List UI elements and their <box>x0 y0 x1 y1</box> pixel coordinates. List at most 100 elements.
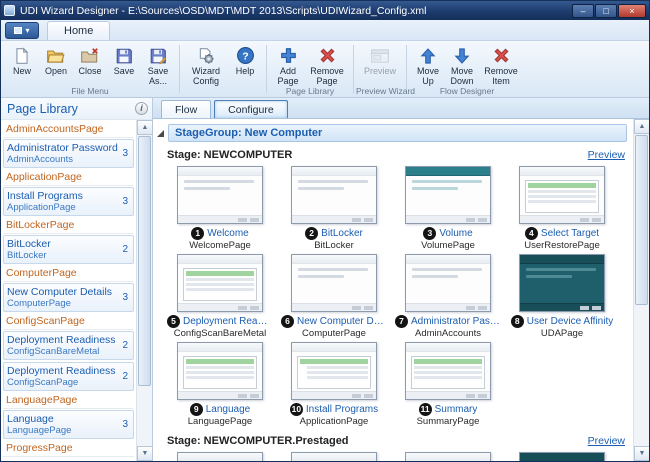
maximize-button[interactable]: □ <box>595 4 617 18</box>
tab-home[interactable]: Home <box>47 21 110 40</box>
page-library-item[interactable]: New Computer DetailsComputerPage3 <box>3 283 134 312</box>
scroll-up-icon[interactable]: ▲ <box>634 119 650 134</box>
page-group-header[interactable]: ConfigScanPage <box>3 314 134 330</box>
ribbon-group-label: File Menu <box>3 86 177 96</box>
page-type-label: ComputerPage <box>281 328 387 340</box>
save-as-button[interactable]: Save As... <box>141 43 175 87</box>
wizard-page-tile[interactable]: 5Deployment ReadinessConfigScanBareMetal <box>167 254 273 340</box>
application-menu-button[interactable]: ▾ <box>5 22 39 39</box>
collapse-triangle-icon[interactable] <box>157 130 164 137</box>
wizard-page-tile[interactable]: 7Administrator Passw...AdminAccounts <box>395 254 501 340</box>
page-group-header[interactable]: AdminAccountsPage <box>3 122 134 138</box>
scrollbar-thumb[interactable] <box>635 135 648 305</box>
page-title-link[interactable]: New Computer Details <box>297 316 387 327</box>
page-title-link[interactable]: Volume <box>439 228 472 239</box>
wizard-page-tile[interactable]: 8User Device AffinityUDAPage <box>509 254 615 340</box>
page-group-header[interactable]: LanguagePage <box>3 393 134 409</box>
page-title-link[interactable]: Administrator Passw... <box>411 316 501 327</box>
page-title-link[interactable]: Install Programs <box>306 404 378 415</box>
move-up-button[interactable]: Move Up <box>411 43 445 87</box>
page-number-badge: 3 <box>423 227 436 240</box>
designer-tabstrip: Flow Configure <box>153 98 649 119</box>
minimize-button[interactable]: – <box>572 4 594 18</box>
page-type-label: WelcomePage <box>167 240 273 252</box>
page-title-link[interactable]: Select Target <box>541 228 599 239</box>
page-library-item[interactable]: BitLockerBitLocker2 <box>3 235 134 264</box>
body-area: Page Library i AdminAccountsPageAdminist… <box>1 98 649 461</box>
scroll-up-icon[interactable]: ▲ <box>137 120 153 135</box>
page-item-title: Install Programs <box>7 190 120 202</box>
wizard-page-thumbnail <box>291 342 377 400</box>
stages-container: Stage: NEWCOMPUTERPreview 1WelcomeWelcome… <box>153 148 633 461</box>
svg-text:?: ? <box>242 51 248 63</box>
page-group-header[interactable]: ApplicationPage <box>3 170 134 186</box>
page-group-header[interactable]: ComputerPage <box>3 266 134 282</box>
sidebar-scrollbar[interactable]: ▲ ▼ <box>136 120 152 461</box>
wizard-page-tile[interactable]: 9LanguageLanguagePage <box>167 342 273 428</box>
stage-preview-link[interactable]: Preview <box>588 435 625 447</box>
wizard-page-tile[interactable] <box>167 452 273 461</box>
page-item-title: New Computer Details <box>7 286 120 298</box>
page-number-badge: 6 <box>281 315 294 328</box>
wizard-page-tile[interactable] <box>509 452 615 461</box>
remove-page-button[interactable]: Remove Page <box>305 43 349 87</box>
scroll-down-icon[interactable]: ▼ <box>137 446 153 461</box>
page-library-item[interactable]: Deployment ReadinessConfigScanBareMetal2 <box>3 331 134 360</box>
page-tile-grid <box>167 452 633 461</box>
wizard-page-tile[interactable]: 6New Computer DetailsComputerPage <box>281 254 387 340</box>
page-library-item[interactable]: Install ProgramsApplicationPage3 <box>3 187 134 216</box>
stagegroup-header[interactable]: StageGroup: New Computer <box>168 124 627 142</box>
wizard-page-tile[interactable]: 1WelcomeWelcomePage <box>167 166 273 252</box>
close-button[interactable]: × <box>618 4 646 18</box>
page-title-link[interactable]: BitLocker <box>321 228 363 239</box>
wizard-page-thumbnail <box>405 254 491 312</box>
new-button[interactable]: New <box>5 43 39 87</box>
arrow-up-icon <box>419 45 437 66</box>
wizard-page-tile[interactable]: 4Select TargetUserRestorePage <box>509 166 615 252</box>
page-title-link[interactable]: Deployment Readiness <box>183 316 273 327</box>
page-title-link[interactable]: Welcome <box>207 228 249 239</box>
wizard-page-tile[interactable]: 2BitLockerBitLocker <box>281 166 387 252</box>
page-type-label: SummaryPage <box>395 416 501 428</box>
remove-item-button[interactable]: Remove Item <box>479 43 523 87</box>
main-scrollbar[interactable]: ▲ ▼ <box>633 119 649 461</box>
page-library-item[interactable]: Deployment ReadinessConfigScanPage2 <box>3 362 134 391</box>
wizard-page-tile[interactable]: 3VolumeVolumePage <box>395 166 501 252</box>
page-group-header[interactable]: ProgressPage <box>3 441 134 457</box>
page-library-item[interactable]: Administrator PasswordAdminAccounts3 <box>3 139 134 168</box>
wizard-page-tile[interactable] <box>281 452 387 461</box>
window-controls: – □ × <box>572 4 646 18</box>
open-button[interactable]: Open <box>39 43 73 87</box>
move-down-button[interactable]: Move Down <box>445 43 479 87</box>
stage-header-row: Stage: NEWCOMPUTERPreview <box>167 148 625 162</box>
wizard-page-tile[interactable] <box>395 452 501 461</box>
close-file-button[interactable]: Close <box>73 43 107 87</box>
dropdown-arrow-icon: ▾ <box>25 26 29 35</box>
help-button[interactable]: ? Help <box>228 43 262 87</box>
page-item-count: 2 <box>120 371 130 382</box>
app-window-icon <box>4 5 15 16</box>
info-icon[interactable]: i <box>135 102 148 115</box>
tab-configure[interactable]: Configure <box>214 100 288 118</box>
scroll-down-icon[interactable]: ▼ <box>634 446 650 461</box>
page-title-link[interactable]: Language <box>206 404 251 415</box>
app-bar: ▾ Home <box>1 20 649 41</box>
scrollbar-thumb[interactable] <box>138 136 151 386</box>
save-button[interactable]: Save <box>107 43 141 87</box>
page-library-item[interactable]: LanguageLanguagePage3 <box>3 410 134 439</box>
page-number-badge: 9 <box>190 403 203 416</box>
wizard-config-button[interactable]: Wizard Config <box>184 43 228 87</box>
page-library-header: Page Library i <box>1 98 152 120</box>
page-title-link[interactable]: Summary <box>435 404 478 415</box>
wizard-page-tile[interactable]: 10Install ProgramsApplicationPage <box>281 342 387 428</box>
ribbon-group-label: Flow Designer <box>409 86 525 96</box>
page-title-link[interactable]: User Device Affinity <box>527 316 614 327</box>
stage-section: Stage: NEWCOMPUTERPreview 1WelcomeWelcome… <box>153 148 633 428</box>
wizard-page-thumbnail <box>291 452 377 461</box>
preview-button[interactable]: Preview <box>358 43 402 86</box>
wizard-page-tile[interactable]: 11SummarySummaryPage <box>395 342 501 428</box>
stage-preview-link[interactable]: Preview <box>588 149 625 161</box>
page-group-header[interactable]: BitLockerPage <box>3 218 134 234</box>
tab-flow[interactable]: Flow <box>161 100 211 118</box>
add-page-button[interactable]: Add Page <box>271 43 305 87</box>
